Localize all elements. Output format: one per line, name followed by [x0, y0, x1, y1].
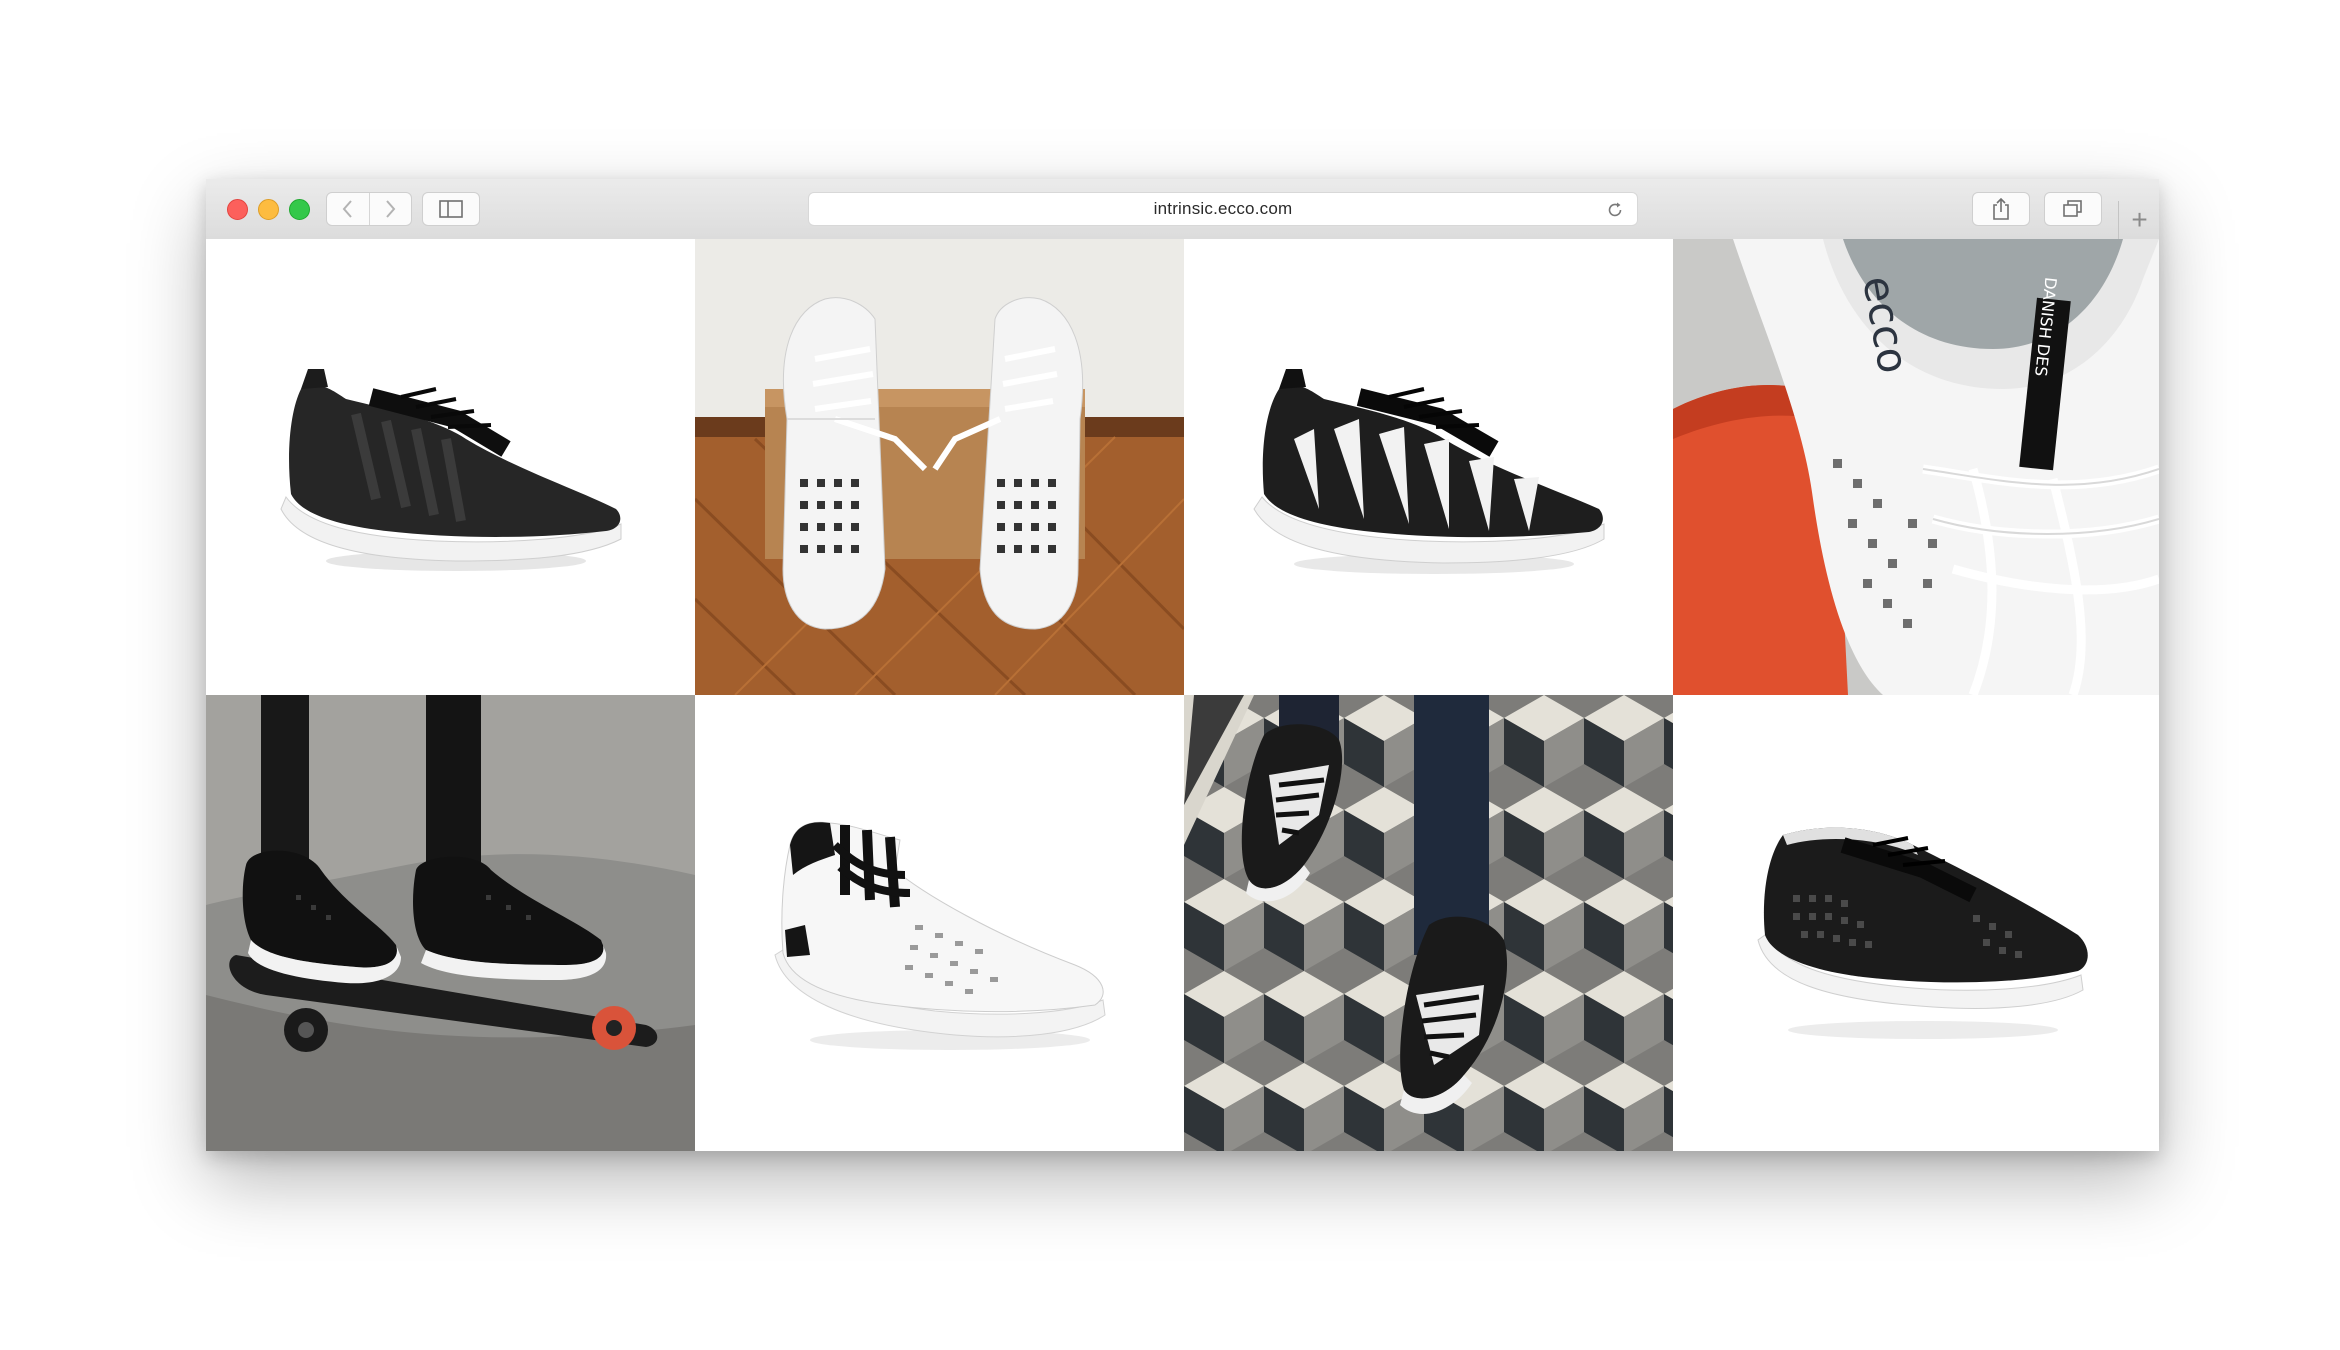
tabs-overview-button[interactable] — [2044, 192, 2102, 226]
forward-button[interactable] — [368, 193, 412, 225]
url-text: intrinsic.ecco.com — [1153, 199, 1293, 218]
close-window-button[interactable] — [227, 199, 248, 220]
sidebar-toggle-button[interactable] — [422, 192, 480, 226]
browser-window: intrinsic.ecco.com + ecco DANISH DES — [206, 179, 2159, 1151]
gallery-image-sneakers-on-tile-floor[interactable] — [1184, 695, 1673, 1151]
gallery-image-sneakers-on-skateboard[interactable] — [206, 695, 695, 1151]
share-icon — [1993, 197, 2009, 220]
sidebar-icon — [439, 200, 463, 218]
gallery-image-black-perforated-sneaker[interactable] — [1673, 695, 2159, 1151]
back-button[interactable] — [327, 193, 369, 225]
reload-icon[interactable] — [1605, 200, 1625, 220]
navigation-buttons — [326, 192, 412, 226]
browser-toolbar: intrinsic.ecco.com + — [206, 179, 2159, 240]
gallery-image-white-sneakers-on-box[interactable] — [695, 239, 1184, 695]
minimize-window-button[interactable] — [258, 199, 279, 220]
gallery-image-black-white-knit-sneaker[interactable] — [1184, 239, 1673, 695]
tabs-overview-icon — [2063, 200, 2082, 217]
share-button[interactable] — [1972, 192, 2030, 226]
chevron-right-icon — [386, 200, 396, 218]
product-gallery: ecco DANISH DES — [206, 239, 2159, 1151]
chevron-left-icon — [342, 200, 352, 218]
gallery-image-white-high-top-sneaker[interactable] — [695, 695, 1184, 1151]
gallery-image-sneaker-closeup-orange-chair[interactable]: ecco DANISH DES — [1673, 239, 2159, 695]
maximize-window-button[interactable] — [289, 199, 310, 220]
gallery-image-black-knit-sneaker[interactable] — [206, 239, 695, 695]
new-tab-button[interactable]: + — [2118, 201, 2159, 239]
address-bar[interactable]: intrinsic.ecco.com — [808, 192, 1638, 226]
